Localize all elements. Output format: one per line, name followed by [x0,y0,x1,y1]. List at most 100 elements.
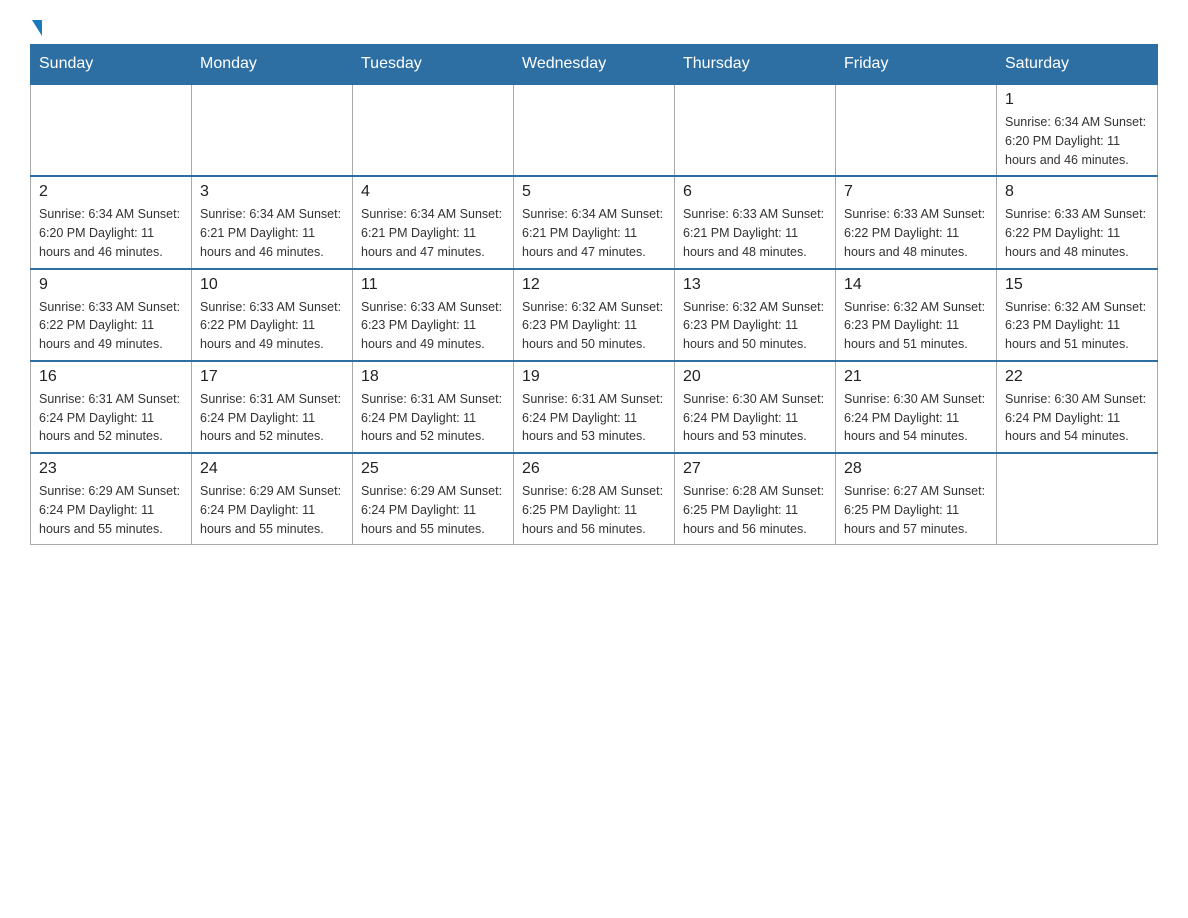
day-info: Sunrise: 6:33 AM Sunset: 6:22 PM Dayligh… [844,205,988,261]
logo-triangle-icon [32,20,42,36]
day-info: Sunrise: 6:33 AM Sunset: 6:21 PM Dayligh… [683,205,827,261]
weekday-header-monday: Monday [192,45,353,85]
day-info: Sunrise: 6:29 AM Sunset: 6:24 PM Dayligh… [200,482,344,538]
day-info: Sunrise: 6:32 AM Sunset: 6:23 PM Dayligh… [522,298,666,354]
calendar-cell: 20 Sunrise: 6:30 AM Sunset: 6:24 PM Dayli… [675,361,836,453]
calendar-cell: 4 Sunrise: 6:34 AM Sunset: 6:21 PM Daylig… [353,176,514,268]
day-info: Sunrise: 6:32 AM Sunset: 6:23 PM Dayligh… [1005,298,1149,354]
day-number: 11 [361,276,505,294]
day-number: 13 [683,276,827,294]
day-number: 3 [200,183,344,201]
calendar-week-3: 9 Sunrise: 6:33 AM Sunset: 6:22 PM Daylig… [31,269,1158,361]
calendar-cell: 6 Sunrise: 6:33 AM Sunset: 6:21 PM Daylig… [675,176,836,268]
day-info: Sunrise: 6:34 AM Sunset: 6:21 PM Dayligh… [361,205,505,261]
day-info: Sunrise: 6:28 AM Sunset: 6:25 PM Dayligh… [683,482,827,538]
calendar-cell [675,84,836,176]
day-info: Sunrise: 6:30 AM Sunset: 6:24 PM Dayligh… [1005,390,1149,446]
calendar-cell [836,84,997,176]
calendar-cell: 12 Sunrise: 6:32 AM Sunset: 6:23 PM Dayli… [514,269,675,361]
day-number: 25 [361,460,505,478]
day-info: Sunrise: 6:31 AM Sunset: 6:24 PM Dayligh… [200,390,344,446]
day-number: 9 [39,276,183,294]
calendar-cell: 5 Sunrise: 6:34 AM Sunset: 6:21 PM Daylig… [514,176,675,268]
calendar-cell: 2 Sunrise: 6:34 AM Sunset: 6:20 PM Daylig… [31,176,192,268]
calendar-cell: 8 Sunrise: 6:33 AM Sunset: 6:22 PM Daylig… [997,176,1158,268]
calendar-cell: 7 Sunrise: 6:33 AM Sunset: 6:22 PM Daylig… [836,176,997,268]
day-info: Sunrise: 6:32 AM Sunset: 6:23 PM Dayligh… [844,298,988,354]
day-info: Sunrise: 6:34 AM Sunset: 6:21 PM Dayligh… [200,205,344,261]
day-number: 4 [361,183,505,201]
day-number: 22 [1005,368,1149,386]
calendar-header-row: SundayMondayTuesdayWednesdayThursdayFrid… [31,45,1158,85]
day-info: Sunrise: 6:33 AM Sunset: 6:22 PM Dayligh… [1005,205,1149,261]
calendar-table: SundayMondayTuesdayWednesdayThursdayFrid… [30,44,1158,545]
day-number: 6 [683,183,827,201]
day-info: Sunrise: 6:33 AM Sunset: 6:22 PM Dayligh… [39,298,183,354]
day-number: 12 [522,276,666,294]
calendar-cell [514,84,675,176]
day-info: Sunrise: 6:34 AM Sunset: 6:21 PM Dayligh… [522,205,666,261]
calendar-week-1: 1Sunrise: 6:34 AM Sunset: 6:20 PM Daylig… [31,84,1158,176]
day-number: 7 [844,183,988,201]
weekday-header-sunday: Sunday [31,45,192,85]
calendar-cell: 27 Sunrise: 6:28 AM Sunset: 6:25 PM Dayli… [675,453,836,545]
day-number: 10 [200,276,344,294]
day-number: 18 [361,368,505,386]
calendar-cell: 1Sunrise: 6:34 AM Sunset: 6:20 PM Daylig… [997,84,1158,176]
calendar-cell: 16 Sunrise: 6:31 AM Sunset: 6:24 PM Dayli… [31,361,192,453]
calendar-cell: 21 Sunrise: 6:30 AM Sunset: 6:24 PM Dayli… [836,361,997,453]
day-info: Sunrise: 6:34 AM Sunset: 6:20 PM Dayligh… [39,205,183,261]
day-info: Sunrise: 6:33 AM Sunset: 6:22 PM Dayligh… [200,298,344,354]
calendar-cell: 19 Sunrise: 6:31 AM Sunset: 6:24 PM Dayli… [514,361,675,453]
logo [30,20,42,34]
calendar-week-5: 23 Sunrise: 6:29 AM Sunset: 6:24 PM Dayli… [31,453,1158,545]
calendar-cell: 24 Sunrise: 6:29 AM Sunset: 6:24 PM Dayli… [192,453,353,545]
day-number: 14 [844,276,988,294]
day-number: 27 [683,460,827,478]
weekday-header-saturday: Saturday [997,45,1158,85]
day-info: Sunrise: 6:32 AM Sunset: 6:23 PM Dayligh… [683,298,827,354]
page-header [30,20,1158,34]
day-number: 8 [1005,183,1149,201]
day-info: Sunrise: 6:29 AM Sunset: 6:24 PM Dayligh… [39,482,183,538]
calendar-cell: 10 Sunrise: 6:33 AM Sunset: 6:22 PM Dayli… [192,269,353,361]
day-number: 24 [200,460,344,478]
day-info: Sunrise: 6:28 AM Sunset: 6:25 PM Dayligh… [522,482,666,538]
weekday-header-wednesday: Wednesday [514,45,675,85]
day-number: 2 [39,183,183,201]
day-info: Sunrise: 6:30 AM Sunset: 6:24 PM Dayligh… [844,390,988,446]
day-number: 20 [683,368,827,386]
day-info: Sunrise: 6:31 AM Sunset: 6:24 PM Dayligh… [39,390,183,446]
calendar-cell: 26 Sunrise: 6:28 AM Sunset: 6:25 PM Dayli… [514,453,675,545]
day-number: 21 [844,368,988,386]
calendar-cell: 17 Sunrise: 6:31 AM Sunset: 6:24 PM Dayli… [192,361,353,453]
calendar-week-2: 2 Sunrise: 6:34 AM Sunset: 6:20 PM Daylig… [31,176,1158,268]
day-number: 5 [522,183,666,201]
day-info: Sunrise: 6:31 AM Sunset: 6:24 PM Dayligh… [522,390,666,446]
calendar-cell: 28Sunrise: 6:27 AM Sunset: 6:25 PM Dayli… [836,453,997,545]
calendar-cell: 18 Sunrise: 6:31 AM Sunset: 6:24 PM Dayli… [353,361,514,453]
weekday-header-thursday: Thursday [675,45,836,85]
calendar-cell [192,84,353,176]
day-info: Sunrise: 6:31 AM Sunset: 6:24 PM Dayligh… [361,390,505,446]
calendar-cell: 25 Sunrise: 6:29 AM Sunset: 6:24 PM Dayli… [353,453,514,545]
weekday-header-tuesday: Tuesday [353,45,514,85]
calendar-week-4: 16 Sunrise: 6:31 AM Sunset: 6:24 PM Dayli… [31,361,1158,453]
calendar-cell: 13 Sunrise: 6:32 AM Sunset: 6:23 PM Dayli… [675,269,836,361]
calendar-cell: 14 Sunrise: 6:32 AM Sunset: 6:23 PM Dayli… [836,269,997,361]
calendar-cell: 11Sunrise: 6:33 AM Sunset: 6:23 PM Dayli… [353,269,514,361]
day-number: 16 [39,368,183,386]
day-number: 15 [1005,276,1149,294]
weekday-header-friday: Friday [836,45,997,85]
day-info: Sunrise: 6:29 AM Sunset: 6:24 PM Dayligh… [361,482,505,538]
day-number: 26 [522,460,666,478]
calendar-cell [31,84,192,176]
day-info: Sunrise: 6:30 AM Sunset: 6:24 PM Dayligh… [683,390,827,446]
calendar-cell: 22 Sunrise: 6:30 AM Sunset: 6:24 PM Dayli… [997,361,1158,453]
day-number: 17 [200,368,344,386]
calendar-cell [997,453,1158,545]
calendar-cell: 3 Sunrise: 6:34 AM Sunset: 6:21 PM Daylig… [192,176,353,268]
day-number: 23 [39,460,183,478]
day-number: 19 [522,368,666,386]
day-number: 28 [844,460,988,478]
